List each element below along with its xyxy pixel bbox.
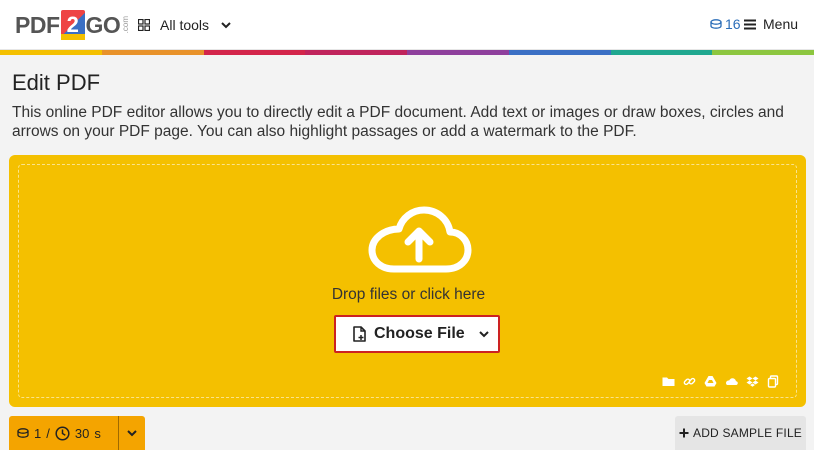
menu-button[interactable]: Menu [744, 16, 798, 32]
limits-separator: / [46, 425, 50, 441]
logo-number: 2 [60, 10, 85, 40]
cloud-upload-icon [368, 206, 472, 273]
hamburger-icon [744, 19, 756, 29]
file-limits-bar[interactable]: 1 / 30 s [9, 416, 145, 450]
time-limit: 30 [74, 425, 90, 441]
coins-icon [710, 19, 722, 29]
link-icon[interactable] [683, 375, 696, 388]
choose-file-main[interactable]: Choose File [336, 317, 470, 351]
menu-label: Menu [763, 16, 799, 32]
accent-color-segment [101, 50, 204, 55]
logo[interactable]: PDF 2 GO .com [15, 9, 130, 41]
page-description: This online PDF editor allows you to dir… [12, 104, 784, 140]
folder-icon[interactable] [662, 375, 675, 388]
clock-icon [55, 425, 70, 441]
accent-color-bar [0, 50, 814, 55]
choose-file-button[interactable]: Choose File [334, 315, 500, 353]
accent-color-segment [407, 50, 509, 55]
logo-text-right: GO [85, 11, 121, 38]
google-drive-icon[interactable] [704, 375, 717, 388]
page-title: Edit PDF [12, 70, 101, 95]
file-limits-dropdown[interactable] [119, 416, 145, 450]
time-unit: s [94, 425, 101, 441]
clipboard-icon[interactable] [767, 375, 780, 388]
onedrive-icon[interactable] [725, 375, 738, 388]
file-add-icon [353, 326, 366, 342]
logo-text-left: PDF [15, 11, 60, 38]
file-limits-info: 1 / 30 s [9, 416, 119, 450]
coins-icon [17, 428, 29, 438]
chevron-down-icon [127, 430, 137, 437]
accent-color-segment [712, 50, 814, 55]
accent-color-segment [508, 50, 611, 55]
accent-color-segment [610, 50, 713, 55]
all-tools-label: All tools [160, 17, 210, 33]
accent-color-segment [305, 50, 407, 55]
dropzone-border: Drop files or click here Choose File [18, 164, 797, 398]
all-tools-button[interactable]: All tools [138, 14, 233, 36]
logo-dotcom: .com [121, 16, 131, 34]
choose-file-dropdown[interactable] [470, 317, 498, 351]
header: PDF 2 GO .com All tools 16 Menu [0, 0, 814, 50]
add-sample-file-label: ADD SAMPLE FILE [692, 426, 803, 440]
drop-files-text: Drop files or click here [331, 286, 486, 303]
grid-icon [138, 19, 150, 31]
dropbox-icon[interactable] [746, 375, 759, 388]
credits-count: 16 [725, 16, 741, 32]
chevron-down-icon [479, 331, 489, 338]
accent-color-segment [0, 50, 102, 55]
add-sample-file-button[interactable]: ADD SAMPLE FILE [675, 416, 806, 450]
chevron-down-icon [221, 22, 231, 29]
upload-sources [662, 375, 780, 388]
accent-color-segment [203, 50, 306, 55]
credits-indicator[interactable]: 16 [710, 16, 741, 32]
file-count: 1 [34, 425, 42, 441]
plus-icon [679, 428, 689, 438]
upload-dropzone[interactable]: Drop files or click here Choose File [9, 155, 806, 407]
choose-file-label: Choose File [374, 325, 465, 342]
